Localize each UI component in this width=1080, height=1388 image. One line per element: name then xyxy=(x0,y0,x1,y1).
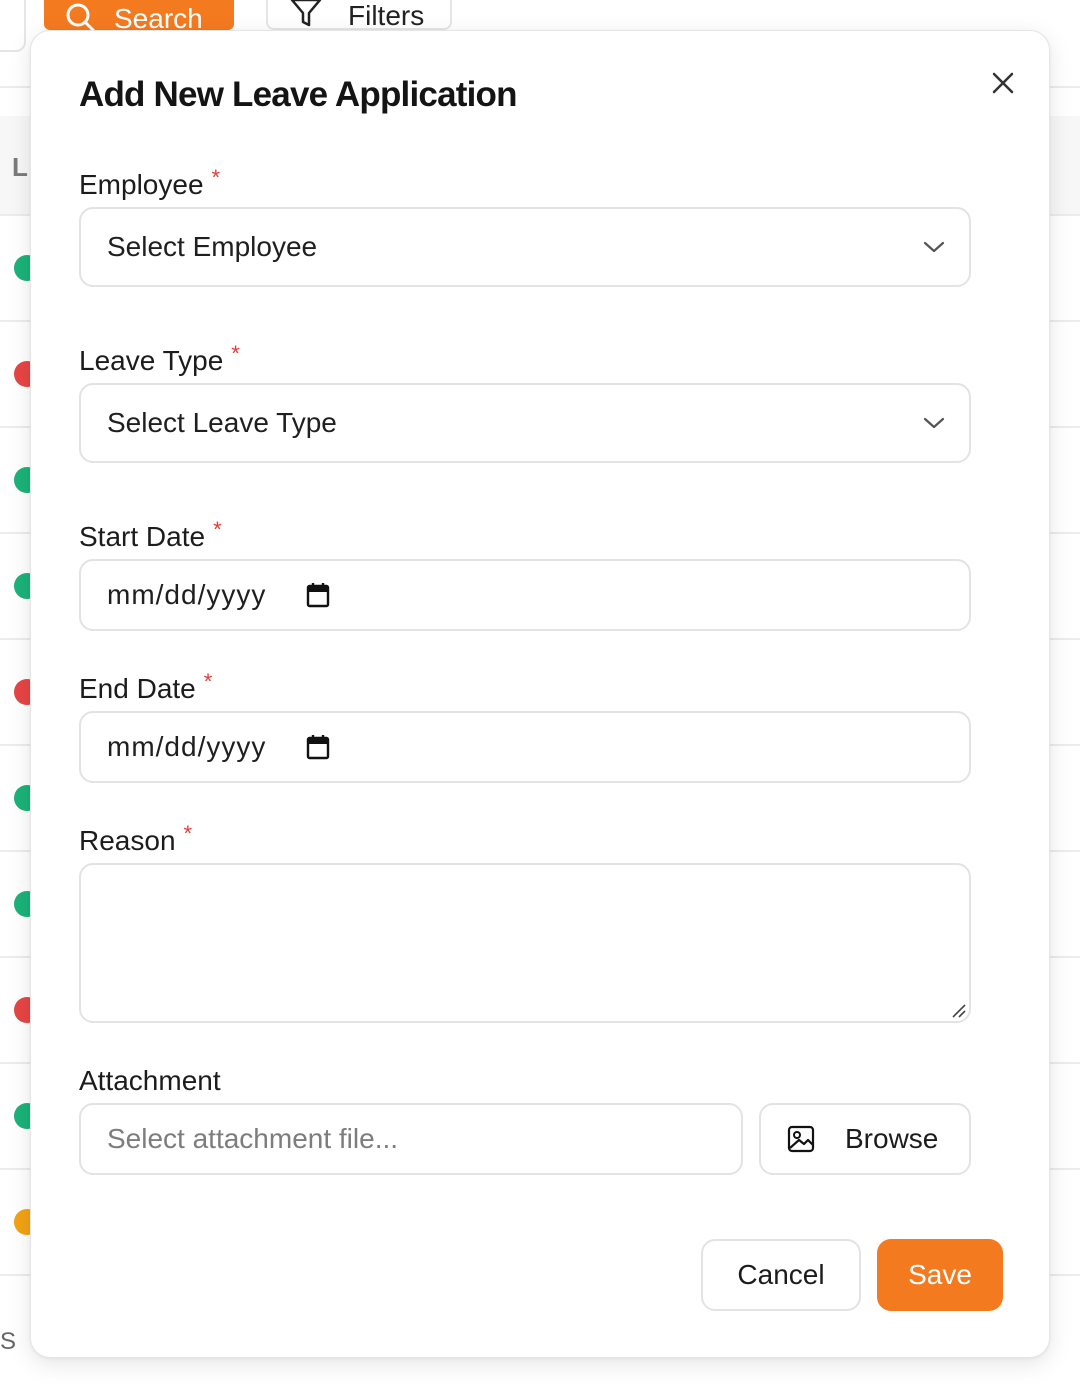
end-date-placeholder: mm/dd/yyyy xyxy=(107,731,267,762)
filter-icon xyxy=(290,0,322,27)
required-mark: * xyxy=(183,821,193,846)
chevron-down-icon xyxy=(923,241,945,253)
employee-label: Employee * xyxy=(79,165,220,201)
cancel-button[interactable]: Cancel xyxy=(701,1239,861,1311)
resize-grip-icon[interactable] xyxy=(949,1001,967,1019)
background-card xyxy=(0,0,26,52)
end-date-input[interactable]: mm/dd/yyyy xyxy=(79,711,971,783)
reason-textarea[interactable] xyxy=(79,863,971,1023)
attachment-placeholder: Select attachment file... xyxy=(107,1123,399,1154)
background-filters-button[interactable]: Filters xyxy=(266,0,452,31)
browse-button[interactable]: Browse xyxy=(759,1103,971,1175)
leave-type-select-value: Select Leave Type xyxy=(107,407,337,438)
calendar-icon[interactable] xyxy=(306,582,330,608)
modal-title: Add New Leave Application xyxy=(79,75,517,114)
start-date-label: Start Date * xyxy=(79,517,222,553)
search-icon xyxy=(66,3,96,33)
start-date-input[interactable]: mm/dd/yyyy xyxy=(79,559,971,631)
start-date-placeholder: mm/dd/yyyy xyxy=(107,579,267,610)
required-mark: * xyxy=(211,165,221,190)
background-footer-text: S xyxy=(0,1328,17,1355)
start-date-label-text: Start Date xyxy=(79,521,206,552)
end-date-label-text: End Date xyxy=(79,673,196,704)
leave-type-label-text: Leave Type xyxy=(79,345,224,376)
close-button[interactable] xyxy=(981,61,1025,105)
save-button[interactable]: Save xyxy=(877,1239,1003,1311)
end-date-label: End Date * xyxy=(79,669,212,705)
employee-select[interactable]: Select Employee xyxy=(79,207,971,287)
employee-label-text: Employee xyxy=(79,169,204,200)
background-column-header: L xyxy=(12,152,28,182)
background-filters-label: Filters xyxy=(348,0,425,31)
leave-type-label: Leave Type * xyxy=(79,341,240,377)
calendar-icon[interactable] xyxy=(306,734,330,760)
required-mark: * xyxy=(231,341,240,366)
leave-type-select[interactable]: Select Leave Type xyxy=(79,383,971,463)
required-mark: * xyxy=(203,669,213,694)
reason-label: Reason * xyxy=(79,821,192,857)
attachment-label: Attachment xyxy=(79,1065,221,1096)
close-icon xyxy=(992,72,1014,94)
browse-label: Browse xyxy=(845,1123,939,1154)
chevron-down-icon xyxy=(923,417,945,429)
reason-label-text: Reason xyxy=(79,825,176,856)
employee-select-value: Select Employee xyxy=(107,231,318,262)
required-mark: * xyxy=(213,517,222,542)
background-search-button[interactable]: Search xyxy=(44,0,234,34)
add-leave-modal: Add New Leave Application Employee * Sele… xyxy=(30,30,1050,1358)
attachment-input[interactable]: Select attachment file... xyxy=(79,1103,743,1175)
image-icon xyxy=(787,1125,815,1153)
